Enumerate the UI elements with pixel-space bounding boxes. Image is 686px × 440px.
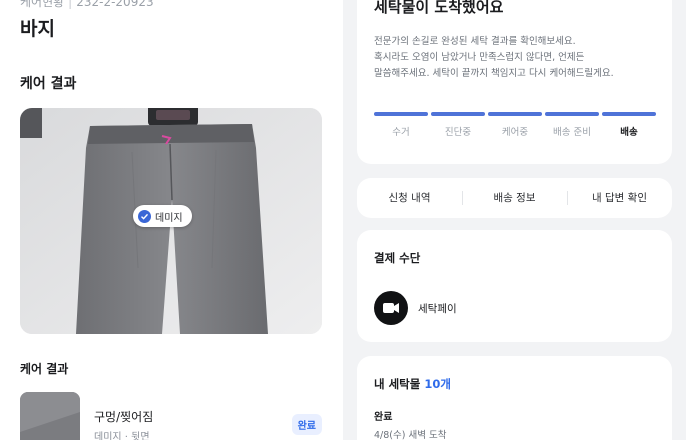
info-tabs: 신청 내역 배송 정보 내 답변 확인 (357, 178, 672, 218)
order-status-panel: 세탁물이 도착했어요 전문가의 손길로 완성된 세탁 결과를 확인해보세요. 혹… (343, 0, 686, 440)
laundry-pay-logo-icon (374, 291, 408, 325)
order-code: 232-2-20923 (76, 0, 154, 9)
result-thumbnail (20, 392, 80, 440)
tab-request-history[interactable]: 신청 내역 (357, 178, 462, 218)
delivery-status-card: 세탁물이 도착했어요 전문가의 손길로 완성된 세탁 결과를 확인해보세요. 혹… (357, 0, 672, 164)
my-laundry-count: 10개 (424, 377, 451, 391)
progress-steps: 수거 진단중 케어중 배송 준비 배송 (374, 112, 656, 138)
item-category: 케어현황 (20, 0, 65, 9)
status-badge: 완료 (291, 414, 322, 435)
step-caring: 케어중 (488, 112, 542, 138)
my-laundry-title: 내 세탁물 10개 (374, 376, 451, 392)
step-label: 배송 (620, 127, 638, 138)
damage-pin-label: 데미지 (155, 212, 183, 224)
my-laundry-card[interactable]: 내 세탁물 10개 완료 4/8(수) 새벽 도착 (357, 356, 672, 440)
step-bar (488, 112, 542, 116)
step-diagnosing: 진단중 (431, 112, 485, 138)
result-name: 구멍/찢어짐 (94, 410, 154, 424)
status-title: 세탁물이 도착했어요 (374, 0, 504, 16)
meta-divider: | (68, 0, 73, 9)
item-title: 바지 (20, 18, 55, 40)
item-detail-panel: 케어현황 | 232-2-20923 바지 케어 결과 데미지 케어 결과 구멍… (0, 0, 343, 440)
tab-delivery-info[interactable]: 배송 정보 (462, 178, 567, 218)
step-bar (602, 112, 656, 116)
step-label: 케어중 (501, 127, 529, 138)
payment-method-name: 세탁페이 (418, 303, 457, 315)
check-circle-icon (138, 209, 151, 223)
step-label: 배송 준비 (553, 127, 591, 138)
step-delivery: 배송 (602, 112, 656, 138)
item-meta-line: 케어현황 | 232-2-20923 (20, 0, 154, 10)
care-result-photo[interactable]: 데미지 (20, 108, 322, 334)
payment-title: 결제 수단 (374, 251, 421, 265)
tab-my-answers[interactable]: 내 답변 확인 (567, 178, 672, 218)
laundry-status: 완료 (374, 412, 393, 423)
status-desc-line: 전문가의 손길로 완성된 세탁 결과를 확인해보세요. (374, 36, 576, 47)
step-bar (431, 112, 485, 116)
step-pickup: 수거 (374, 112, 428, 138)
step-preparing: 배송 준비 (545, 112, 599, 138)
result-detail: 데미지 · 뒷면 (94, 432, 150, 440)
my-laundry-label: 내 세탁물 (374, 377, 421, 391)
care-result-heading: 케어 결과 (20, 362, 69, 376)
step-label: 수거 (392, 127, 410, 138)
care-result-item[interactable]: 구멍/찢어짐 데미지 · 뒷면 완료 (20, 392, 322, 440)
status-desc-line: 말씀해주세요. 세탁이 끝까지 책임지고 다시 케어해드릴게요. (374, 68, 614, 79)
step-bar (374, 112, 428, 116)
status-description: 전문가의 손길로 완성된 세탁 결과를 확인해보세요. 혹시라도 오염이 남았거… (374, 34, 664, 82)
step-label: 진단중 (444, 127, 472, 138)
payment-method-card: 결제 수단 세탁페이 (357, 230, 672, 342)
damage-pin[interactable]: 데미지 (133, 205, 192, 227)
step-bar (545, 112, 599, 116)
laundry-arrival-date: 4/8(수) 새벽 도착 (374, 430, 447, 440)
status-desc-line: 혹시라도 오염이 남았거나 만족스럽지 않다면, 언제든 (374, 52, 585, 63)
care-section-heading: 케어 결과 (20, 76, 77, 92)
